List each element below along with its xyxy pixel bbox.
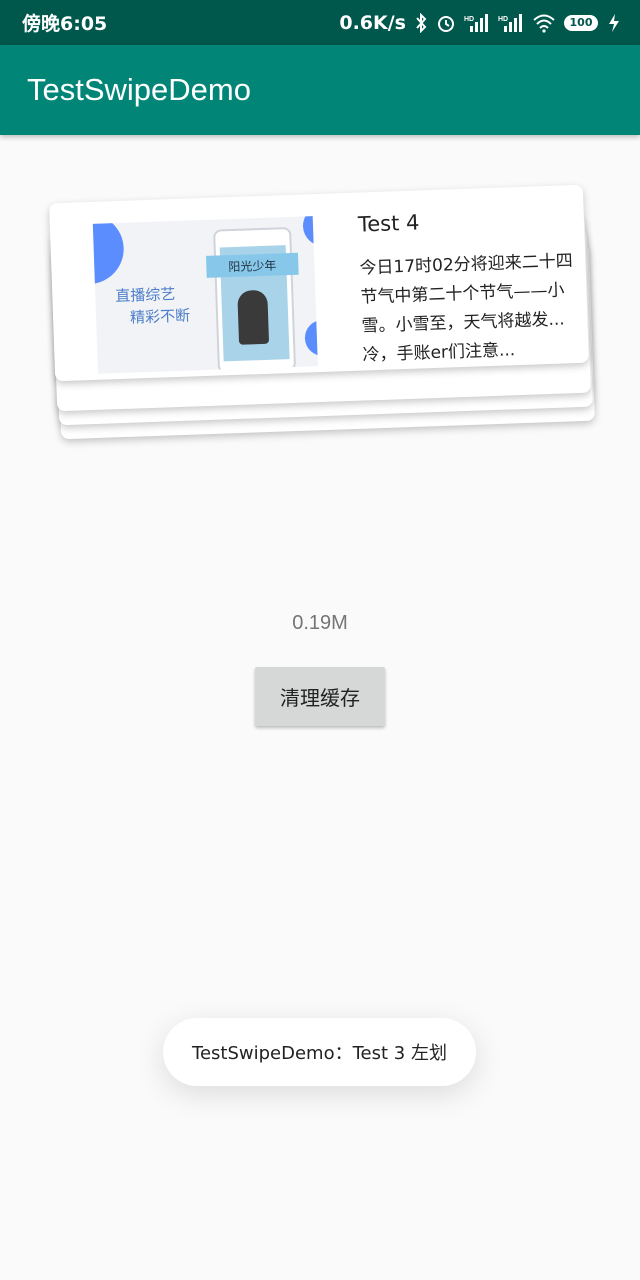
card-title: Test 4 xyxy=(357,210,420,237)
person-figure xyxy=(237,289,270,345)
card-image-text: 精彩不断 xyxy=(129,306,191,327)
charging-icon xyxy=(606,13,622,33)
toast-message: TestSwipeDemo：Test 3 左划 xyxy=(163,1018,476,1086)
battery-icon: 100 xyxy=(564,14,598,31)
card-image: 直播综艺 精彩不断 阳光少年 xyxy=(92,216,318,374)
signal-hd-icon: HD xyxy=(498,13,524,33)
status-bar: 傍晚6:05 0.6K/s HD HD 100 xyxy=(0,0,640,45)
battery-level: 100 xyxy=(569,16,593,29)
status-time: 傍晚6:05 xyxy=(22,13,108,35)
signal-hd-icon: HD xyxy=(464,13,490,33)
bluetooth-icon xyxy=(414,12,428,33)
card-description: 今日17时02分将迎来二十四节气中第二十个节气——小雪。小雪至，天气将越发...… xyxy=(359,251,574,366)
app-bar: TestSwipeDemo xyxy=(0,45,640,135)
card-image-text: 直播综艺 xyxy=(115,285,176,306)
phone-banner: 阳光少年 xyxy=(205,252,299,278)
clear-cache-button[interactable]: 清理缓存 xyxy=(255,667,385,726)
app-title: TestSwipeDemo xyxy=(27,72,251,107)
swipe-card[interactable]: 直播综艺 精彩不断 阳光少年 Test 4 今日17时02分将迎来二十四节气中第… xyxy=(49,184,589,382)
svg-text:HD: HD xyxy=(464,16,474,23)
svg-text:HD: HD xyxy=(498,16,508,23)
cache-size: 0.19M xyxy=(292,612,348,634)
phone-mockup: 阳光少年 xyxy=(205,226,299,374)
wifi-icon xyxy=(532,13,556,33)
status-icons: 0.6K/s HD HD 100 xyxy=(339,12,622,34)
alarm-icon xyxy=(436,13,456,33)
net-speed: 0.6K/s xyxy=(339,11,406,34)
